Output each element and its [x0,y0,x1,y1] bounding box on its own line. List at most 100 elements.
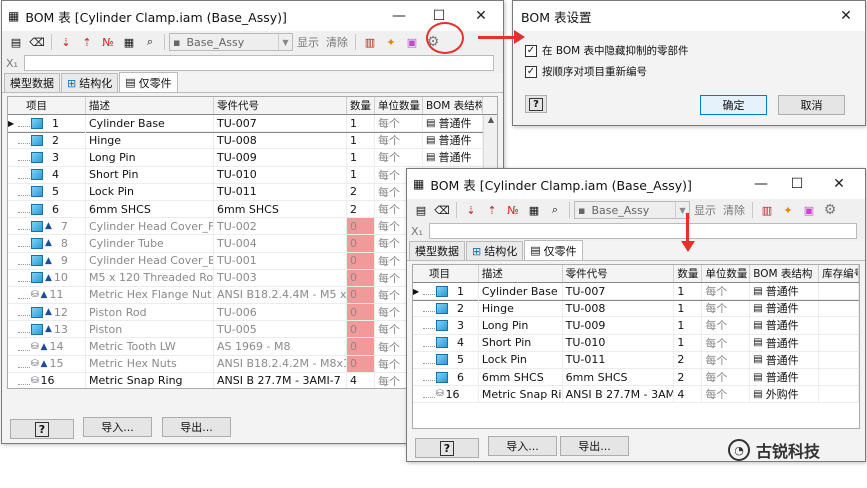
cell-part-number[interactable]: AS 1969 - M8 [214,338,347,355]
view-combo[interactable]: ▪ Base_Assy ▼ [169,33,293,51]
cell-desc[interactable]: Metric Hex Nuts [86,355,214,372]
renumber-icon[interactable]: № [98,33,118,52]
cell-qty[interactable]: 1 [347,132,375,149]
export-button[interactable]: 导出... [162,417,231,437]
table-row[interactable]: 3 Long Pin TU-009 1 每个 ▤ 普通件 [8,149,497,167]
cell-part-number[interactable]: TU-010 [563,334,675,351]
view-combo[interactable]: ▪ Base_Assy ▼ [574,201,690,219]
cell-part-number[interactable]: ANSI B18.2.4.2M - M8x1.25 [214,355,347,372]
close-button[interactable]: ✕ [461,1,501,31]
magic-wand-icon[interactable]: ✦ [778,201,798,220]
col-unit-qty[interactable]: 单位数量 [375,97,423,114]
cell-desc[interactable]: Short Pin [479,334,563,351]
cell-part-number[interactable]: TU-010 [214,166,347,183]
col-part-number[interactable]: 零件代号 [563,265,675,282]
cell-stock-number[interactable] [819,334,859,351]
cell-desc[interactable]: Long Pin [86,149,214,166]
cell-desc[interactable]: Cylinder Head Cover_Back [86,252,214,269]
sort-down-icon[interactable]: ⇣ [56,33,76,52]
cell-desc[interactable]: Hinge [479,300,563,317]
tab-model-data[interactable]: 模型数据 [409,241,465,260]
show-button[interactable]: 显示 [297,34,319,50]
cell-part-number[interactable]: TU-003 [214,269,347,286]
cell-bom-structure[interactable]: ▤普通件 [750,317,820,334]
cell-qty[interactable]: 0 [347,218,375,235]
cell-qty[interactable]: 1 [347,166,375,183]
cell-desc[interactable]: 6mm SHCS [479,368,563,386]
checkbox-renumber[interactable]: ✓ [525,65,537,78]
cell-qty[interactable]: 2 [674,351,703,368]
cell-qty[interactable]: 2 [674,368,703,386]
col-unit-qty[interactable]: 单位数量 [702,265,751,282]
add-part-icon[interactable]: ▣ [799,201,819,220]
cell-qty[interactable]: 0 [347,321,375,338]
maximize-button[interactable]: ☐ [777,169,817,199]
cell-qty[interactable]: 1 [674,317,703,334]
sort-up-icon[interactable]: ⇡ [77,33,97,52]
export-table-icon[interactable]: ▦ [524,201,544,220]
cell-unit-qty[interactable]: 每个 [702,386,751,403]
cell-stock-number[interactable] [819,300,859,317]
clear-button[interactable]: 清除 [326,34,348,50]
tab-structured[interactable]: ⊞ 结构化 [61,73,119,92]
table-row[interactable]: 66mm SHCS6mm SHCS2每个▤普通件 [413,368,859,387]
cell-desc[interactable]: Lock Pin [479,351,563,368]
cell-desc[interactable]: Metric Snap Ring [86,372,214,388]
cell-qty[interactable]: 0 [347,304,375,321]
table-row[interactable]: 2 Hinge TU-008 1 每个 ▤ 普通件 [413,300,859,318]
cell-unit-qty[interactable]: 每个 [702,283,751,300]
col-desc[interactable]: 描述 [479,265,563,282]
cell-qty[interactable]: 0 [347,338,375,355]
cell-part-number[interactable]: TU-004 [214,235,347,252]
col-desc[interactable]: 描述 [86,97,214,114]
cell-desc[interactable]: Short Pin [86,166,214,183]
table-row[interactable]: 5 Lock PinTU-0112每个▤普通件 [413,351,859,369]
sort-up-icon[interactable]: ⇡ [482,201,502,220]
bom-structure-icon[interactable]: ▥ [757,201,777,220]
close-button[interactable]: ✕ [819,169,859,199]
dialog-close-button[interactable]: ✕ [826,1,866,31]
cell-qty[interactable]: 1 [347,115,375,132]
table-row[interactable]: ▶ 1 Cylinder Base TU-007 1 每个 ▤ 普通件 [413,281,859,302]
tab-parts-only[interactable]: ▤ 仅零件 [119,72,178,92]
clear-button[interactable]: 清除 [723,202,745,218]
cell-part-number[interactable]: TU-005 [214,321,347,338]
find-icon[interactable]: ⌕ [140,33,160,52]
cell-bom-structure[interactable]: ▤普通件 [750,334,820,351]
cell-qty[interactable]: 1 [347,149,375,166]
cell-desc[interactable]: Metric Tooth LW [86,338,214,355]
cell-desc[interactable]: Metric Hex Flange Nut [86,286,214,304]
cell-qty[interactable]: 0 [347,252,375,269]
cell-part-number[interactable]: TU-009 [214,149,347,166]
cell-qty[interactable]: 1 [674,334,703,351]
cell-qty[interactable]: 1 [674,300,703,317]
cell-unit-qty[interactable]: 每个 [702,300,751,317]
cell-bom-structure[interactable]: ▤普通件 [423,132,483,149]
cell-desc[interactable]: Piston [86,321,214,338]
minimize-button[interactable]: — [741,169,781,199]
cell-unit-qty[interactable]: 每个 [702,334,751,351]
table-row[interactable]: 3 Long Pin TU-009 1 每个 ▤ 普通件 [413,317,859,335]
col-item[interactable]: 项目 [8,97,86,114]
cell-part-number[interactable]: TU-011 [563,351,675,368]
cell-part-number[interactable]: TU-001 [214,252,347,269]
eraser-icon[interactable]: ⌫ [27,33,47,52]
cell-qty[interactable]: 2 [347,183,375,200]
scroll-up-icon[interactable]: ▲ [484,115,497,129]
export-button[interactable]: 导出... [560,436,629,456]
find-icon[interactable]: ⌕ [545,201,565,220]
cell-part-number[interactable]: ANSI B18.2.4.4M - M5 x 0.8 [214,286,347,304]
cell-desc[interactable]: 6mm SHCS [86,200,214,218]
cell-qty[interactable]: 0 [347,269,375,286]
cell-part-number[interactable]: TU-008 [214,132,347,149]
cell-part-number[interactable]: TU-011 [214,183,347,200]
formula-input[interactable] [23,55,494,71]
cell-qty[interactable]: 2 [347,200,375,218]
cell-qty[interactable]: 0 [347,286,375,304]
help-button[interactable]: ? [415,438,479,458]
cell-stock-number[interactable] [819,368,859,386]
cell-desc[interactable]: Hinge [86,132,214,149]
table-icon[interactable]: ▤ [411,201,431,220]
chevron-down-icon[interactable]: ▼ [278,34,292,50]
col-qty[interactable]: 数量 [674,265,703,282]
